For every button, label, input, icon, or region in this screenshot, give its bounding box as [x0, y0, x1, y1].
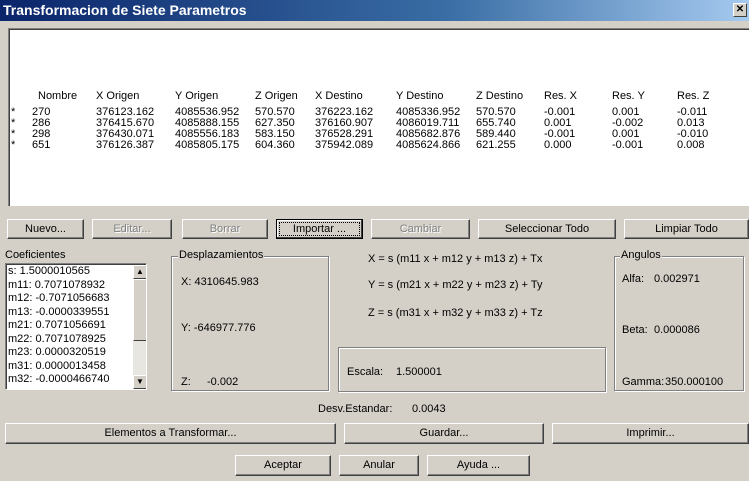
angulos-label: Angulos — [620, 249, 662, 261]
column-header-res-x[interactable]: Res. X — [544, 90, 577, 102]
title-bar[interactable]: Transformacion de Siete Parametros ✕ — [0, 0, 749, 21]
anular-button[interactable]: Anular — [339, 455, 419, 476]
desplazamiento-x: X: 4310645.983 — [181, 276, 259, 288]
limpiar-todo-button[interactable]: Limpiar Todo — [624, 219, 749, 239]
window-title: Transformacion de Siete Parametros — [3, 2, 247, 18]
formula-x: X = s (m11 x + m12 y + m13 z) + Tx — [368, 253, 543, 265]
table-cell-z-destino[interactable]: 621.255 — [476, 140, 516, 151]
coeficiente-item[interactable]: m21: 0.7071056691 — [8, 319, 106, 331]
column-header-x-origen[interactable]: X Origen — [96, 90, 139, 102]
importar-button[interactable]: Importar ... — [276, 219, 363, 239]
scroll-thumb[interactable] — [133, 279, 146, 341]
table-cell-nombre[interactable]: 651 — [32, 140, 50, 151]
nuevo-button[interactable]: Nuevo... — [7, 219, 84, 239]
desv-estandar-label: Desv.Estandar: — [318, 403, 393, 415]
desplazamientos-label: Desplazamientos — [178, 249, 265, 261]
escala-label: Escala: — [347, 366, 384, 378]
desplazamiento-z-value: -0.002 — [207, 376, 239, 388]
table-cell-x-destino[interactable]: 375942.089 — [315, 140, 373, 151]
beta-value: 0.000086 — [654, 324, 700, 336]
scroll-down-icon[interactable]: ▼ — [133, 375, 146, 389]
borrar-button[interactable]: Borrar — [182, 219, 268, 239]
seleccionar-todo-button[interactable]: Seleccionar Todo — [478, 219, 616, 239]
guardar-button[interactable]: Guardar... — [344, 423, 544, 444]
column-header-z-origen[interactable]: Z Origen — [255, 90, 298, 102]
seven-parameter-dialog: Transformacion de Siete Parametros ✕ Nom… — [0, 0, 749, 481]
scroll-up-icon[interactable]: ▲ — [133, 265, 146, 279]
column-header-x-destino[interactable]: X Destino — [315, 90, 363, 102]
table-cell-x-origen[interactable]: 376126.387 — [96, 140, 154, 151]
editar-button[interactable]: Editar... — [92, 219, 172, 239]
aceptar-button[interactable]: Aceptar — [235, 455, 331, 476]
formula-y: Y = s (m21 x + m22 y + m23 z) + Ty — [368, 279, 543, 291]
table-cell-y-origen[interactable]: 4085805.175 — [175, 140, 239, 151]
table-cell-res-y[interactable]: -0.001 — [612, 140, 643, 151]
table-cell-res-x[interactable]: 0.000 — [544, 140, 572, 151]
gamma-value: 350.000100 — [665, 376, 724, 388]
coeficiente-item[interactable]: m13: -0.0000339551 — [8, 306, 110, 318]
coeficientes-label: Coeficientes — [5, 249, 66, 261]
alfa-label: Alfa: — [622, 273, 645, 285]
column-header-nombre[interactable]: Nombre — [38, 90, 77, 102]
column-header-z-destino[interactable]: Z Destino — [476, 90, 523, 102]
gamma-label: Gamma: — [622, 376, 665, 388]
coeficiente-item[interactable]: m22: 0.7071078925 — [8, 333, 106, 345]
coeficiente-item[interactable]: s: 1.5000010565 — [8, 265, 90, 277]
table-cell-res-z[interactable]: 0.008 — [677, 140, 705, 151]
coeficiente-item[interactable]: m11: 0.7071078932 — [8, 279, 105, 291]
desv-estandar-value: 0.0043 — [412, 403, 446, 415]
column-header-res-y[interactable]: Res. Y — [612, 90, 645, 102]
desplazamiento-z-label: Z: — [181, 376, 191, 388]
coeficiente-item[interactable]: m31: 0.0000013458 — [8, 360, 106, 372]
close-icon[interactable]: ✕ — [733, 3, 747, 17]
table-cell-y-destino[interactable]: 4085624.866 — [396, 140, 460, 151]
ayuda-button[interactable]: Ayuda ... — [427, 455, 530, 476]
coeficiente-item[interactable]: m32: -0.0000466740 — [8, 373, 110, 385]
table-cell-mark: * — [11, 139, 16, 151]
elementos-a-transformar-button[interactable]: Elementos a Transformar... — [5, 423, 336, 444]
formula-z: Z = s (m31 x + m32 y + m33 z) + Tz — [368, 307, 543, 319]
imprimir-button[interactable]: Imprimir... — [552, 423, 749, 444]
coeficiente-item[interactable]: m12: -0.7071056683 — [8, 292, 110, 304]
cambiar-button[interactable]: Cambiar — [371, 219, 470, 239]
coeficientes-listbox[interactable]: s: 1.5000010565 m11: 0.7071078932 m12: -0.… — [5, 263, 147, 390]
coeficientes-scrollbar[interactable]: ▲ ▼ — [133, 265, 146, 389]
points-table[interactable]: Nombre X Origen Y Origen Z Origen X Dest… — [8, 28, 749, 206]
coeficiente-item[interactable]: m23: 0.0000320519 — [8, 346, 106, 358]
escala-value: 1.500001 — [396, 366, 442, 378]
beta-label: Beta: — [622, 324, 648, 336]
column-header-res-z[interactable]: Res. Z — [677, 90, 709, 102]
alfa-value: 0.002971 — [654, 273, 700, 285]
table-cell-z-origen[interactable]: 604.360 — [255, 140, 295, 151]
column-header-y-origen[interactable]: Y Origen — [175, 90, 218, 102]
column-header-y-destino[interactable]: Y Destino — [396, 90, 444, 102]
desplazamiento-y: Y: -646977.776 — [181, 322, 256, 334]
